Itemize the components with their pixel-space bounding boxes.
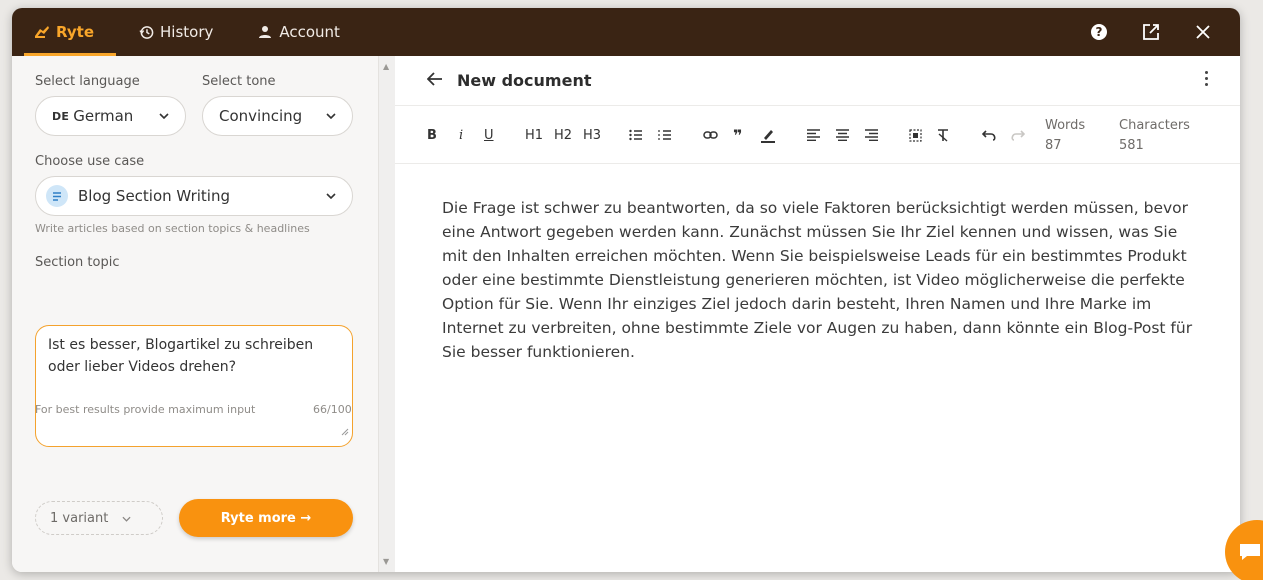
topic-label: Section topic bbox=[35, 255, 120, 270]
words-label: Words bbox=[1045, 118, 1086, 133]
language-select[interactable]: DE German bbox=[35, 96, 186, 136]
align-left-icon[interactable] bbox=[807, 126, 820, 144]
usecase-label: Choose use case bbox=[35, 154, 145, 169]
input-hint: For best results provide maximum input bbox=[35, 403, 256, 416]
language-code: DE bbox=[52, 109, 70, 123]
link-icon[interactable] bbox=[703, 126, 718, 144]
close-icon[interactable] bbox=[1192, 21, 1214, 43]
section-topic-text: Ist es besser, Blogartikel zu schreiben … bbox=[48, 337, 314, 375]
characters-value: 581 bbox=[1119, 138, 1144, 153]
underline-button[interactable]: U bbox=[484, 126, 494, 144]
italic-button[interactable]: i bbox=[459, 126, 463, 144]
tab-history[interactable]: History bbox=[116, 8, 235, 56]
document-title[interactable]: New document bbox=[457, 71, 591, 90]
characters-label: Characters bbox=[1119, 118, 1190, 133]
ryte-logo-icon bbox=[34, 24, 50, 40]
settings-panel: Select language Select tone DE German Co… bbox=[12, 56, 378, 572]
usecase-hint: Write articles based on section topics &… bbox=[35, 222, 310, 235]
chevron-down-icon bbox=[326, 113, 336, 119]
usecase-select[interactable]: Blog Section Writing bbox=[35, 176, 353, 216]
tab-history-label: History bbox=[160, 23, 214, 41]
user-icon bbox=[257, 24, 273, 40]
chevron-down-icon bbox=[122, 511, 131, 526]
app-window: Ryte History Account ? Select language S… bbox=[12, 8, 1240, 572]
variant-value: 1 variant bbox=[50, 510, 109, 526]
scroll-up-icon[interactable]: ▲ bbox=[383, 62, 389, 71]
align-center-icon[interactable] bbox=[836, 126, 849, 144]
document-content[interactable]: Die Frage ist schwer zu beantworten, da … bbox=[442, 196, 1202, 364]
more-options-icon[interactable] bbox=[1205, 71, 1208, 86]
chevron-down-icon bbox=[326, 193, 336, 199]
language-label: Select language bbox=[35, 74, 140, 89]
tab-ryte-label: Ryte bbox=[56, 23, 94, 41]
numbered-list-icon[interactable] bbox=[658, 126, 672, 144]
back-arrow-icon[interactable] bbox=[426, 71, 443, 90]
heading1-button[interactable]: H1 bbox=[525, 126, 543, 144]
undo-icon[interactable] bbox=[982, 126, 997, 144]
usecase-value: Blog Section Writing bbox=[78, 187, 230, 205]
word-count: Words 87 bbox=[1045, 116, 1085, 156]
help-icon[interactable]: ? bbox=[1088, 21, 1110, 43]
tone-select[interactable]: Convincing bbox=[202, 96, 353, 136]
open-external-icon[interactable] bbox=[1140, 21, 1162, 43]
editor-panel: New document B i U H1 H2 H3 ❞ Words 87 C… bbox=[395, 56, 1240, 572]
align-right-icon[interactable] bbox=[865, 126, 878, 144]
ryte-more-button[interactable]: Ryte more → bbox=[179, 499, 353, 537]
left-panel-scrollbar[interactable]: ▲ ▼ bbox=[378, 56, 395, 572]
svg-text:?: ? bbox=[1096, 25, 1103, 39]
bullet-list-icon[interactable] bbox=[629, 126, 643, 144]
tab-ryte[interactable]: Ryte bbox=[12, 8, 116, 56]
tab-account-label: Account bbox=[279, 23, 340, 41]
resize-grip-icon[interactable] bbox=[341, 421, 349, 443]
select-all-icon[interactable] bbox=[909, 126, 922, 144]
history-icon bbox=[138, 24, 154, 40]
scroll-down-icon[interactable]: ▼ bbox=[383, 557, 389, 566]
formatting-toolbar: B i U H1 H2 H3 ❞ Words 87 Characters 581 bbox=[395, 106, 1240, 164]
char-count: 66/100 bbox=[313, 403, 352, 416]
variant-select[interactable]: 1 variant bbox=[35, 501, 163, 535]
document-header: New document bbox=[395, 56, 1240, 106]
heading3-button[interactable]: H3 bbox=[583, 126, 601, 144]
redo-icon[interactable] bbox=[1010, 126, 1025, 144]
document-icon bbox=[46, 185, 68, 207]
tone-label: Select tone bbox=[202, 74, 276, 89]
words-value: 87 bbox=[1045, 138, 1062, 153]
character-count: Characters 581 bbox=[1119, 116, 1190, 156]
tab-account[interactable]: Account bbox=[235, 8, 362, 56]
quote-icon[interactable]: ❞ bbox=[733, 126, 742, 145]
clear-format-icon[interactable] bbox=[936, 126, 950, 144]
section-topic-input[interactable]: Ist es besser, Blogartikel zu schreiben … bbox=[35, 325, 353, 447]
highlight-icon[interactable] bbox=[760, 126, 776, 144]
heading2-button[interactable]: H2 bbox=[554, 126, 572, 144]
top-navigation-bar: Ryte History Account ? bbox=[12, 8, 1240, 56]
chevron-down-icon bbox=[159, 113, 169, 119]
tone-value: Convincing bbox=[219, 107, 303, 125]
bold-button[interactable]: B bbox=[427, 126, 437, 144]
language-value: German bbox=[73, 107, 134, 125]
